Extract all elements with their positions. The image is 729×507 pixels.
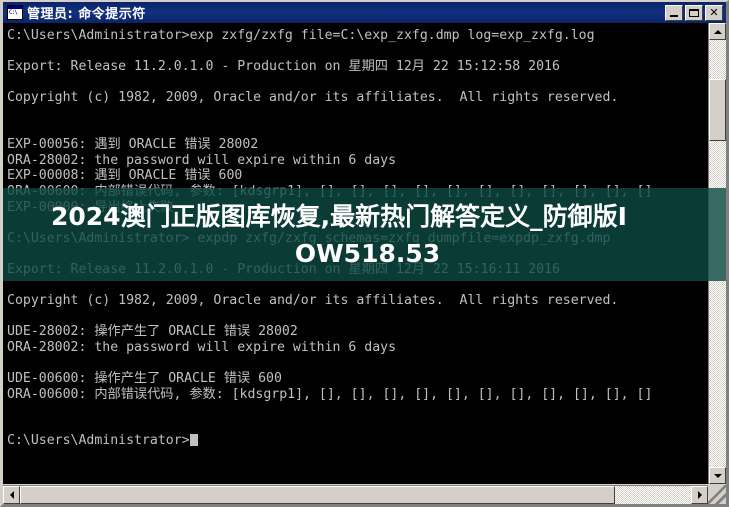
terminal-line: ORA-28002: the password will expire with…: [7, 339, 397, 355]
terminal-line: EXP-00056: 遇到 ORACLE 错误 28002: [7, 137, 259, 153]
terminal-line: UDE-00600: 操作产生了 ORACLE 错误 600: [7, 371, 282, 387]
terminal-text: C:\Users\Administrator>exp zxfg/zxfg fil…: [7, 28, 708, 449]
vertical-scrollbar[interactable]: [708, 23, 726, 484]
scroll-up-button[interactable]: [709, 23, 726, 40]
minimize-button[interactable]: [665, 4, 683, 21]
terminal-line: EXP-00000: 导出终止失败: [7, 199, 174, 215]
scroll-right-button[interactable]: [691, 486, 708, 504]
terminal-line: ORA-28002: the password will expire with…: [7, 152, 397, 168]
terminal-line: Copyright (c) 1982, 2009, Oracle and/or …: [7, 90, 619, 106]
horizontal-scrollbar[interactable]: [3, 485, 726, 504]
arrow-up-icon: [713, 29, 722, 34]
terminal-line: C:\Users\Administrator>exp zxfg/zxfg fil…: [7, 28, 595, 43]
console-output-area[interactable]: C:\Users\Administrator>exp zxfg/zxfg fil…: [3, 23, 708, 484]
close-button[interactable]: ✕: [705, 4, 723, 21]
terminal-line: Copyright (c) 1982, 2009, Oracle and/or …: [7, 293, 619, 309]
maximize-button[interactable]: [685, 4, 703, 21]
window-client-area: C:\Users\Administrator>exp zxfg/zxfg fil…: [3, 23, 726, 504]
terminal-line: EXP-00008: 遇到 ORACLE 错误 600: [7, 168, 243, 184]
arrow-down-icon: [713, 473, 722, 478]
vertical-scroll-thumb[interactable]: [709, 79, 726, 141]
cmd-icon-glyph: C:\: [9, 9, 18, 16]
terminal-prompt-line: C:\Users\Administrator>: [7, 433, 708, 449]
arrow-left-icon: [9, 491, 14, 499]
terminal-line: Export: Release 11.2.0.1.0 - Production …: [7, 261, 560, 277]
terminal-line: ORA-00600: 内部错误代码, 参数: [kdsgrp1], [], []…: [7, 386, 653, 402]
scroll-down-button[interactable]: [709, 467, 726, 484]
title-bar[interactable]: C:\ 管理员: 命令提示符 ✕: [3, 2, 726, 23]
arrow-right-icon: [697, 491, 702, 499]
terminal-line: Export: Release 11.2.0.1.0 - Production …: [7, 59, 560, 75]
terminal-prompt: C:\Users\Administrator>: [7, 433, 190, 449]
terminal-line: C:\Users\Administrator> expdp zxfg/zxfg …: [7, 230, 611, 246]
terminal-line: UDE-28002: 操作产生了 ORACLE 错误 28002: [7, 324, 298, 340]
horizontal-scroll-thumb[interactable]: [20, 486, 615, 504]
resize-grip[interactable]: [708, 485, 726, 504]
scroll-left-button[interactable]: [3, 486, 20, 504]
terminal-cursor: [189, 434, 198, 447]
close-icon: ✕: [709, 5, 719, 19]
command-prompt-window: C:\ 管理员: 命令提示符 ✕ C:\Users\Administrator>…: [0, 0, 729, 507]
cmd-icon: C:\: [7, 5, 23, 20]
window-controls: ✕: [665, 4, 723, 21]
terminal-line: ORA-00600: 内部错误代码, 参数: [kdsgrp1], [], []…: [7, 183, 653, 199]
window-title: 管理员: 命令提示符: [27, 7, 146, 22]
